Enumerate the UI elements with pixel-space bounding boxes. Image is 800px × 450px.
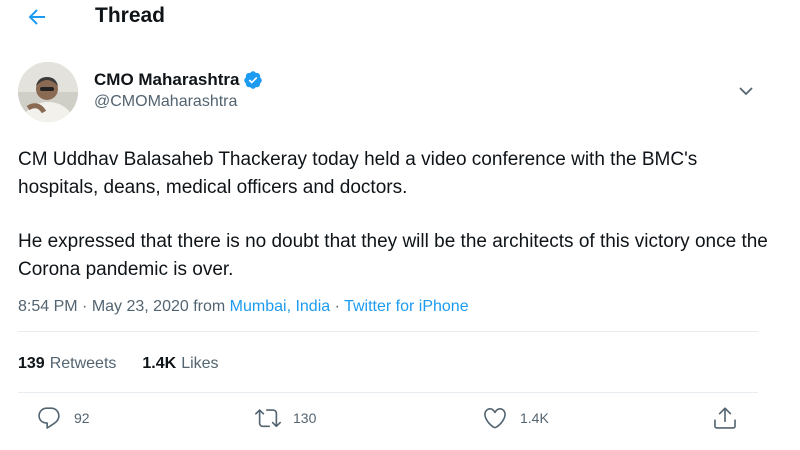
tweet-actions: 92 130 1.4K [0,405,800,441]
share-button[interactable] [712,405,738,431]
thread-header: Thread [0,0,800,36]
likes-stat[interactable]: 1.4K Likes [142,355,218,373]
tweet-stats: 139 Retweets 1.4K Likes [18,355,219,373]
location-link[interactable]: Mumbai, India [230,298,331,315]
likes-count: 1.4K [142,355,177,372]
retweet-count: 130 [293,410,317,426]
retweets-count: 139 [18,355,45,372]
meta-from: from [188,298,230,315]
reply-count: 92 [74,410,90,426]
page-title: Thread [95,4,166,27]
retweets-label: Retweets [49,355,117,372]
tweet-author: CMO Maharashtra @CMOMaharashtra [18,62,758,122]
tweet-paragraph: CM Uddhav Balasaheb Thackeray today held… [18,149,698,198]
retweet-icon [255,409,281,428]
reply-button[interactable]: 92 [36,405,90,431]
handle[interactable]: @CMOMaharashtra [94,93,237,111]
display-name[interactable]: CMO Maharashtra [94,70,239,90]
retweet-button[interactable]: 130 [255,405,316,431]
avatar[interactable] [18,62,78,122]
tweet-date[interactable]: May 23, 2020 [92,298,189,315]
divider [18,392,758,393]
name-row: CMO Maharashtra [94,70,263,90]
heart-icon [484,407,506,429]
chevron-down-icon [739,87,753,96]
tweet-text: CM Uddhav Balasaheb Thackeray today held… [18,146,778,284]
reply-icon [38,407,60,429]
meta-separator: · [77,298,92,315]
source-link[interactable]: Twitter for iPhone [344,298,469,315]
like-count: 1.4K [520,410,549,426]
arrow-left-icon [28,9,45,25]
like-button[interactable]: 1.4K [482,405,549,431]
tweet-paragraph: He expressed that there is no doubt that… [18,231,768,280]
tweet-meta: 8:54 PM · May 23, 2020 from Mumbai, Indi… [18,298,469,316]
back-button[interactable] [20,2,54,32]
divider [18,331,758,332]
retweets-stat[interactable]: 139 Retweets [18,355,116,373]
likes-label: Likes [181,355,219,372]
share-icon [714,407,736,429]
more-options-button[interactable] [735,82,757,100]
tweet-time[interactable]: 8:54 PM [18,298,78,315]
meta-separator: · [330,298,345,315]
verified-badge-icon [244,71,263,89]
avatar-image [18,62,78,122]
